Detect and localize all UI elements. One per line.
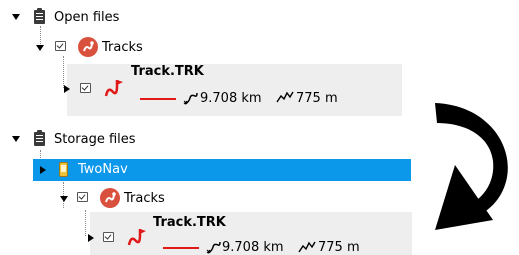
track-name: Track.TRK bbox=[153, 215, 226, 230]
folder-icon bbox=[34, 130, 45, 146]
checkbox-icon[interactable] bbox=[80, 83, 91, 93]
track-name: Track.TRK bbox=[131, 64, 204, 79]
tree-guide bbox=[63, 56, 64, 88]
chevron-down-icon[interactable] bbox=[12, 14, 20, 20]
open-files-label[interactable]: Open files bbox=[54, 10, 119, 26]
device-icon bbox=[59, 162, 68, 177]
track-route-icon bbox=[127, 229, 146, 246]
elevation-icon bbox=[298, 241, 316, 253]
tracks-label[interactable]: Tracks bbox=[124, 191, 165, 207]
tree-guide bbox=[85, 210, 86, 236]
chevron-right-icon[interactable] bbox=[40, 166, 46, 174]
chevron-right-icon[interactable] bbox=[88, 234, 94, 242]
track-elevation: 775 m bbox=[296, 91, 338, 106]
storage-files-label[interactable]: Storage files bbox=[54, 132, 136, 148]
track-route-icon bbox=[104, 80, 123, 97]
tree-guide bbox=[63, 182, 64, 208]
curved-arrow-icon bbox=[435, 103, 508, 230]
distance-icon bbox=[183, 92, 198, 105]
track-color-line bbox=[163, 247, 199, 249]
folder-icon bbox=[34, 8, 45, 24]
tracks-icon bbox=[100, 188, 120, 208]
chevron-down-icon[interactable] bbox=[36, 45, 44, 51]
distance-icon bbox=[206, 241, 221, 254]
tracks-label[interactable]: Tracks bbox=[102, 40, 143, 56]
tracks-icon bbox=[78, 37, 98, 57]
track-color-line bbox=[140, 98, 176, 100]
track-distance: 9.708 km bbox=[200, 91, 262, 106]
checkbox-icon[interactable] bbox=[77, 192, 88, 202]
track-distance: 9.708 km bbox=[222, 240, 284, 255]
checkbox-icon[interactable] bbox=[55, 41, 66, 51]
chevron-down-icon[interactable] bbox=[12, 136, 20, 142]
track-elevation: 775 m bbox=[318, 240, 360, 255]
elevation-icon bbox=[276, 91, 294, 103]
checkbox-icon[interactable] bbox=[103, 232, 114, 242]
chevron-down-icon[interactable] bbox=[60, 196, 68, 202]
device-label[interactable]: TwoNav bbox=[78, 162, 128, 178]
chevron-right-icon[interactable] bbox=[64, 85, 70, 93]
